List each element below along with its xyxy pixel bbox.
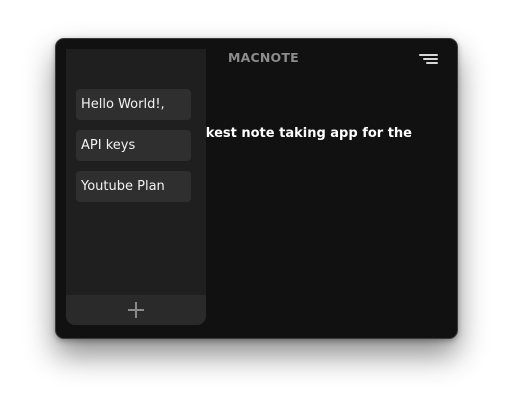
- note-item-label: Youtube Plan: [81, 179, 165, 194]
- app-window: Hello World!, API keys Youtube Plan MACN…: [55, 38, 458, 339]
- plus-icon: [128, 302, 144, 318]
- menu-icon[interactable]: [418, 53, 438, 65]
- add-note-button[interactable]: [66, 295, 206, 325]
- note-content-text: ckest note taking app for the: [206, 126, 412, 141]
- note-item-label: Hello World!,: [81, 97, 165, 112]
- note-item-youtube-plan[interactable]: Youtube Plan: [76, 171, 191, 202]
- note-item-hello-world[interactable]: Hello World!,: [76, 89, 191, 120]
- notes-sidebar: Hello World!, API keys Youtube Plan: [66, 49, 206, 325]
- note-item-label: API keys: [81, 138, 136, 153]
- app-title: MACNOTE: [228, 50, 299, 65]
- note-editor[interactable]: ckest note taking app for the: [206, 79, 457, 338]
- note-item-api-keys[interactable]: API keys: [76, 130, 191, 161]
